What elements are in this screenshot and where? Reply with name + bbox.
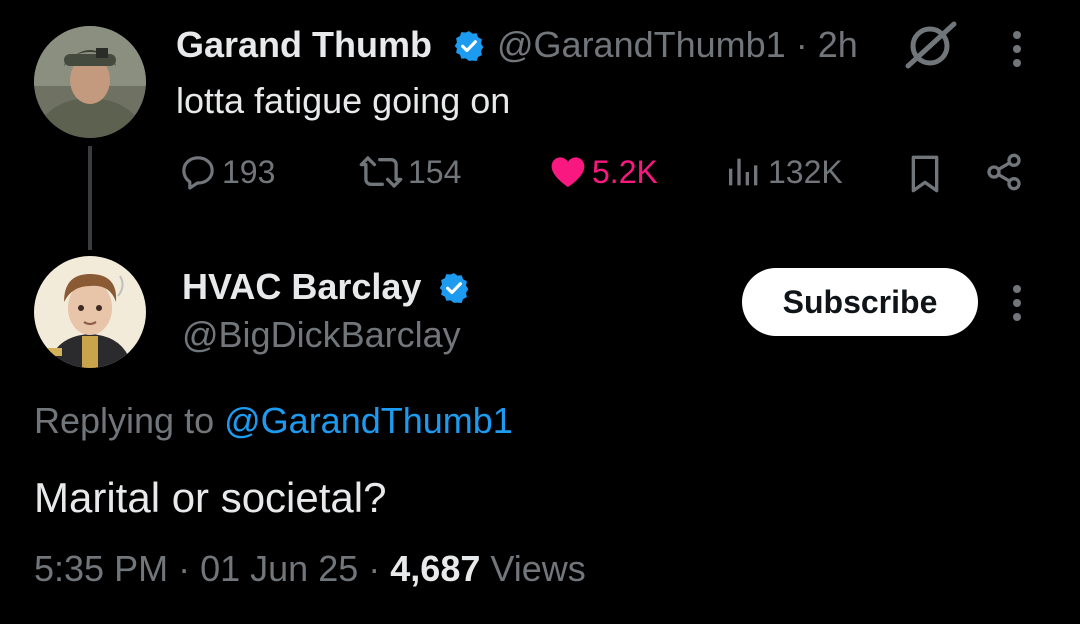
subscribe-button[interactable]: Subscribe [742, 268, 978, 336]
grok-icon[interactable] [904, 20, 958, 75]
retweet-button[interactable]: 154 [358, 152, 461, 192]
reply-button[interactable]: 193 [178, 152, 275, 192]
share-icon[interactable] [984, 152, 1024, 192]
reply-author-name[interactable]: HVAC Barclay [182, 266, 421, 308]
parent-handle[interactable]: @GarandThumb1 [497, 24, 786, 65]
views-button[interactable]: 132K [724, 152, 843, 192]
verified-badge-icon [452, 29, 486, 68]
separator-dot: · [368, 548, 381, 589]
reply-date[interactable]: 01 Jun 25 [200, 548, 358, 589]
replying-to-line: Replying to @GarandThumb1 [34, 400, 513, 442]
more-icon[interactable] [1010, 284, 1024, 327]
reply-tweet-text: Marital or societal? [34, 474, 387, 521]
reply-count: 193 [222, 153, 276, 190]
bookmark-icon[interactable] [908, 154, 942, 194]
like-icon [551, 157, 585, 187]
separator-dot: · [795, 24, 808, 65]
parent-author-name[interactable]: Garand Thumb [176, 24, 432, 66]
reply-meta-line: 5:35 PM · 01 Jun 25 · 4,687 Views [34, 548, 586, 590]
parent-tweet-text: lotta fatigue going on [176, 80, 511, 121]
replying-mention-link[interactable]: @GarandThumb1 [224, 400, 513, 441]
reply-author-avatar[interactable] [34, 256, 146, 368]
retweet-count: 154 [408, 153, 462, 190]
verified-badge-icon [437, 271, 471, 310]
reply-author-handle[interactable]: @BigDickBarclay [182, 314, 461, 356]
retweet-icon [359, 156, 403, 188]
reply-icon [182, 156, 214, 190]
parent-author-avatar[interactable] [34, 26, 146, 138]
parent-time[interactable]: 2h [818, 24, 858, 65]
like-button[interactable]: 5.2K [548, 152, 658, 192]
views-icon [729, 158, 758, 186]
parent-author-handle-and-time[interactable]: @GarandThumb1 · 2h [497, 24, 858, 66]
thread-connector-line [88, 146, 92, 250]
more-icon[interactable] [1010, 30, 1024, 73]
reply-views-count[interactable]: 4,687 [390, 548, 480, 589]
reply-time[interactable]: 5:35 PM [34, 548, 168, 589]
like-count: 5.2K [592, 153, 658, 190]
separator-dot: · [178, 548, 191, 589]
replying-prefix: Replying to [34, 400, 215, 441]
view-count: 132K [768, 153, 843, 190]
reply-views-label: Views [490, 548, 586, 589]
